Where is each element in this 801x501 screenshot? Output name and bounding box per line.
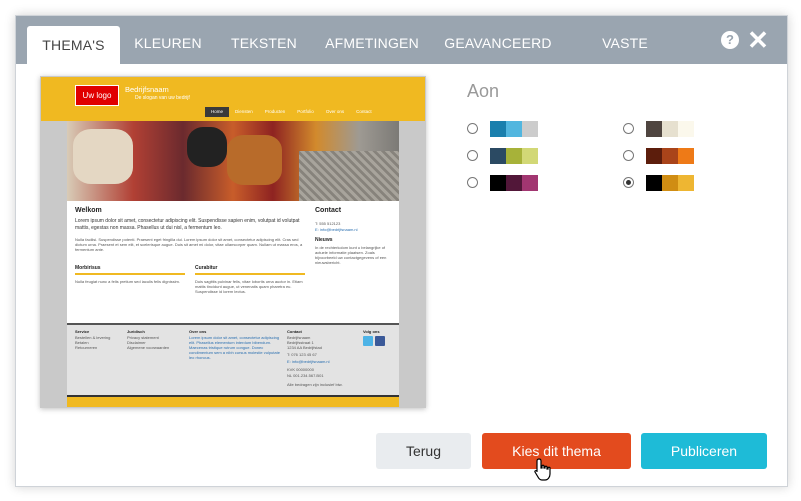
preview-header: Uw logo Bedrijfsnaam De slogan van uw be… <box>41 77 425 121</box>
tab-themas[interactable]: THEMA'S <box>27 26 120 64</box>
color-swatch <box>662 121 678 137</box>
tab-afmetingen[interactable]: AFMETINGEN <box>322 16 422 64</box>
preview-nav-item: Producten <box>264 109 286 114</box>
preview-hero-image <box>67 121 399 201</box>
hand-cursor-icon <box>534 458 551 481</box>
theme-name: Aon <box>467 81 500 101</box>
color-scheme-radio[interactable] <box>623 150 634 161</box>
preview-contact-email: E: info@bedrijfsnaam.nl <box>315 227 358 232</box>
footer-about-text: Lorem ipsum dolor sit amet, consectetur … <box>189 335 280 360</box>
publish-button[interactable]: Publiceren <box>641 433 767 469</box>
color-scheme-radio[interactable] <box>623 123 634 134</box>
help-icon[interactable]: ? <box>721 31 739 49</box>
color-scheme-radio[interactable] <box>467 150 478 161</box>
footer-contact-line: T: 076 123 45 67 <box>287 352 317 357</box>
preview-news-title: Nieuws <box>315 237 333 243</box>
color-swatch <box>678 121 694 137</box>
preview-contact-phone: T: 555 512123 <box>315 221 341 226</box>
footer-service-title: Service <box>75 329 90 334</box>
color-swatch <box>646 148 662 164</box>
preview-welcome-title: Welkom <box>75 207 102 214</box>
preview-nav-item: Portfolio <box>297 109 314 114</box>
preview-body: Welkom Lorem ipsum dolor sit amet, conse… <box>67 121 399 407</box>
tab-vaste-stijlen[interactable]: VASTE STIJLEN <box>573 16 677 105</box>
preview-col2-title: Curabitur <box>195 265 218 271</box>
footer-about-title: Over ons <box>189 329 207 334</box>
color-swatch <box>506 121 522 137</box>
preview-logo: Uw logo <box>75 85 119 106</box>
footer-contact-line: Alle bedragen zijn inclusief btw. <box>287 382 343 387</box>
tab-kleuren[interactable]: KLEUREN <box>131 16 205 64</box>
color-swatch <box>490 121 506 137</box>
preview-nav-item: Diensten <box>235 109 253 114</box>
footer-follow-title: Volg ons <box>363 329 380 334</box>
footer-contact-line: E: info@bedrijfsnaam.nl <box>287 359 330 364</box>
tab-teksten[interactable]: TEKSTEN <box>228 16 300 64</box>
color-scheme-option[interactable] <box>623 121 694 137</box>
preview-nav-item: Home <box>205 107 230 117</box>
back-button[interactable]: Terug <box>376 433 471 469</box>
preview-footer: Service Bestellen & levering Betalen Ret… <box>67 323 399 397</box>
preview-news-text: In de rechterkolom kunt u belangrijke of… <box>315 245 387 265</box>
color-swatch <box>646 121 662 137</box>
footer-contact-line: 1234 AA Bedrijfstad <box>287 345 322 350</box>
color-scheme-option[interactable] <box>467 121 538 137</box>
preview-welcome-lead: Lorem ipsum dolor sit amet, consectetur … <box>75 218 300 231</box>
color-swatch <box>662 175 678 191</box>
preview-nav: Home Diensten Producten Portfolio Over o… <box>205 107 378 117</box>
preview-divider <box>75 273 185 275</box>
color-swatch <box>490 148 506 164</box>
color-scheme-option[interactable] <box>467 175 538 191</box>
color-swatch <box>646 175 662 191</box>
preview-footer-bar <box>67 395 399 407</box>
theme-preview: Uw logo Bedrijfsnaam De slogan van uw be… <box>40 76 426 408</box>
footer-legal-item: Algemene voorwaarden <box>127 345 170 350</box>
preview-col1-title: Morbirisus <box>75 265 101 271</box>
color-scheme-option[interactable] <box>623 175 694 191</box>
preview-col2-text: Duis sagittis pulvinar felis, vitae lobo… <box>195 279 303 294</box>
choose-theme-button[interactable]: Kies dit thema <box>482 433 631 469</box>
color-scheme-radio[interactable] <box>623 177 634 188</box>
twitter-icon <box>363 336 373 346</box>
color-swatch <box>490 175 506 191</box>
color-swatch <box>522 121 538 137</box>
color-swatch <box>506 148 522 164</box>
color-scheme-radio[interactable] <box>467 177 478 188</box>
color-swatch <box>522 175 538 191</box>
footer-contact-line: NL 001.234.567.B01 <box>287 373 324 378</box>
color-swatch <box>678 175 694 191</box>
color-swatch <box>678 148 694 164</box>
footer-contact-line: KVK 00000000 <box>287 367 314 372</box>
preview-slogan: De slogan van uw bedrijf <box>135 95 190 101</box>
preview-col1-text: Nulla feugiat nunc a felis pretium sed i… <box>75 279 180 284</box>
close-icon[interactable]: ✕ <box>747 27 769 53</box>
preview-welcome-body: Nulla facilisi. Suspendisse potenti. Pra… <box>75 237 303 252</box>
tab-geavanceerd[interactable]: GEAVANCEERD <box>443 16 553 64</box>
color-scheme-option[interactable] <box>467 148 538 164</box>
color-swatch <box>506 175 522 191</box>
preview-site-name: Bedrijfsnaam <box>125 85 169 94</box>
facebook-icon <box>375 336 385 346</box>
preview-nav-item: Over ons <box>325 109 345 114</box>
footer-legal-title: Juridisch <box>127 329 145 334</box>
color-scheme-radio[interactable] <box>467 123 478 134</box>
color-swatch <box>662 148 678 164</box>
preview-contact-title: Contact <box>315 207 342 214</box>
color-scheme-option[interactable] <box>623 148 694 164</box>
tab-bar: THEMA'S KLEUREN TEKSTEN AFMETINGEN GEAVA… <box>16 16 787 105</box>
footer-service-item: Retourneren <box>75 345 98 350</box>
color-swatch <box>522 148 538 164</box>
preview-nav-item: Contact <box>356 109 372 114</box>
preview-divider <box>195 273 305 275</box>
footer-contact-title: Contact <box>287 329 302 334</box>
theme-dialog: THEMA'S KLEUREN TEKSTEN AFMETINGEN GEAVA… <box>15 15 788 487</box>
